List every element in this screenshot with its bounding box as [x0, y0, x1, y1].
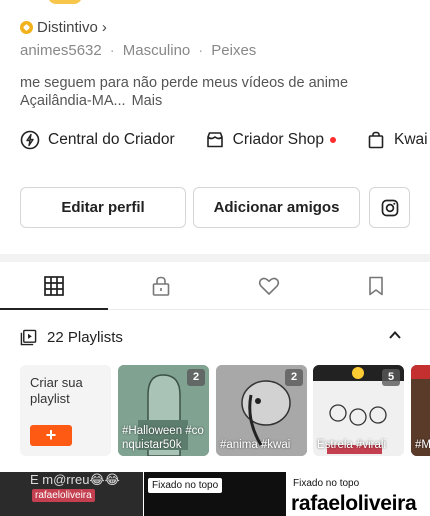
playlist-card[interactable]: 5 Estrela #virali	[313, 365, 404, 456]
tool-criador-shop[interactable]: Criador Shop	[205, 130, 336, 150]
video-thumbnail[interactable]: Fixado no topo	[144, 472, 286, 516]
separator: ·	[109, 42, 115, 59]
username: animes5632	[20, 42, 102, 59]
tool-label: Central do Criador	[48, 131, 175, 148]
pinned-badge: Fixado no topo	[148, 478, 223, 493]
bag-icon	[368, 131, 384, 149]
heart-icon	[258, 277, 279, 295]
playlist-caption: #M #g	[415, 439, 430, 451]
tab-grid[interactable]	[0, 262, 108, 310]
grid-icon	[43, 275, 64, 296]
playlist-icon	[20, 329, 37, 345]
tool-label: Kwai Sh	[393, 131, 430, 148]
chevron-up-icon[interactable]	[388, 328, 412, 346]
badge-label: Distintivo	[37, 19, 98, 36]
playlist-card[interactable]: #M #g	[411, 365, 430, 456]
badge-icon	[20, 21, 33, 34]
playlist-caption: #Halloween #conquistar50k	[122, 425, 204, 451]
bio-line-1: me seguem para não perde meus vídeos de …	[20, 75, 349, 91]
tool-label: Criador Shop	[232, 131, 324, 148]
bio: me seguem para não perde meus vídeos de …	[20, 74, 348, 110]
gender: Masculino	[122, 42, 191, 59]
create-playlist-card[interactable]: Criar sua playlist +	[20, 365, 111, 456]
playlists-header[interactable]: 22 Playlists	[20, 328, 412, 346]
avatar-edge	[48, 0, 82, 4]
video-tag: rafaeloliveira	[32, 489, 95, 502]
section-divider	[0, 254, 430, 262]
content-tabs	[0, 262, 430, 310]
playlist-card[interactable]: 2 #Halloween #conquistar50k	[118, 365, 209, 456]
playlist-count: 2	[187, 369, 205, 386]
add-friends-button[interactable]: Adicionar amigos	[193, 187, 360, 228]
chevron-right-icon: ›	[101, 19, 107, 36]
shop-icon	[206, 132, 223, 148]
lightning-icon	[20, 130, 40, 150]
zodiac-sign: Peixes	[211, 42, 257, 59]
playlist-caption: Estrela #virali	[317, 439, 387, 451]
pinned-badge: Fixado no topo	[293, 478, 360, 489]
playlists-title: 22 Playlists	[47, 328, 123, 346]
playlist-card[interactable]: 2 #anima #kwai	[216, 365, 307, 456]
creator-tools: Central do Criador Criador Shop Kwai Sh	[20, 130, 430, 150]
separator: ·	[198, 42, 204, 59]
video-overlay-text: E m@rreu😂😂	[30, 472, 120, 487]
playlist-count: 5	[382, 369, 400, 386]
tab-private[interactable]	[108, 262, 216, 309]
create-playlist-label: Criar sua playlist	[30, 375, 83, 406]
video-thumbnail[interactable]: Fixado no topo rafaeloliveira	[287, 472, 430, 516]
playlist-count: 2	[285, 369, 303, 386]
bio-line-2: Açailândia-MA...	[20, 93, 126, 109]
tool-central-criador[interactable]: Central do Criador	[20, 130, 175, 150]
profile-meta: animes5632 · Masculino · Peixes	[20, 42, 256, 59]
tab-saved[interactable]	[323, 262, 430, 309]
edit-profile-button[interactable]: Editar perfil	[20, 187, 186, 228]
tool-kwai-shop[interactable]: Kwai Sh	[366, 130, 430, 150]
instagram-icon	[381, 199, 398, 216]
lock-icon	[152, 276, 170, 296]
playlist-caption: #anima #kwai	[220, 439, 291, 451]
video-thumbnail[interactable]: E m@rreu😂😂 rafaeloliveira	[0, 472, 143, 516]
distintivo-link[interactable]: Distintivo ›	[20, 19, 107, 36]
bio-more-link[interactable]: Mais	[132, 93, 163, 109]
video-overlay-text: rafaeloliveira	[291, 492, 417, 515]
bookmark-icon	[369, 276, 384, 295]
notification-dot	[329, 137, 336, 143]
create-playlist-button[interactable]: +	[30, 425, 72, 446]
tab-liked[interactable]	[215, 262, 323, 309]
instagram-button[interactable]	[369, 187, 410, 228]
